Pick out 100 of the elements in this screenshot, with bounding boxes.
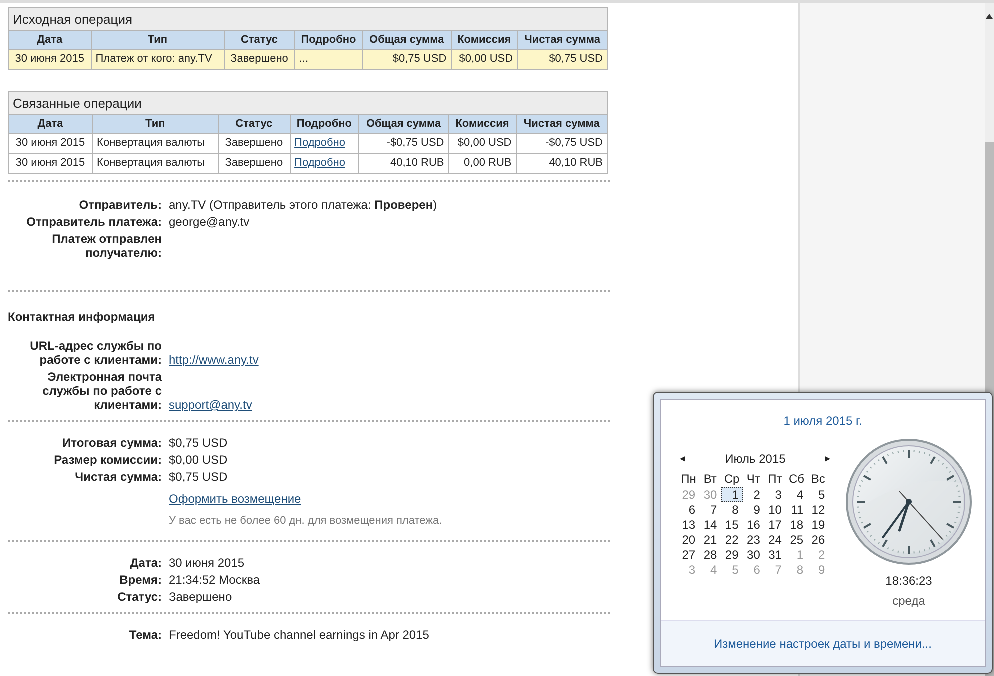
calendar-day[interactable]: 22 bbox=[721, 532, 743, 547]
calendar-day[interactable]: 26 bbox=[808, 532, 830, 547]
column-header: Дата bbox=[8, 30, 92, 50]
table-cell: Конвертация валюты bbox=[92, 154, 218, 174]
calendar-day[interactable]: 29 bbox=[721, 547, 743, 562]
field-label: Статус: bbox=[116, 590, 162, 604]
calendar-day[interactable]: 4 bbox=[786, 487, 808, 502]
calendar-day[interactable]: 2 bbox=[742, 487, 764, 502]
field-value: 21:34:52 Москва bbox=[169, 573, 260, 587]
calendar-day[interactable]: 17 bbox=[764, 517, 786, 532]
table-cell: -$0,75 USD bbox=[358, 134, 449, 154]
calendar-day[interactable]: 25 bbox=[786, 532, 808, 547]
calendar-day[interactable]: 6 bbox=[678, 502, 700, 517]
table-cell: $0,00 USD bbox=[448, 134, 516, 154]
calendar-day[interactable]: 8 bbox=[721, 502, 743, 517]
field-label: Итоговая сумма: bbox=[61, 436, 162, 450]
refund-link[interactable]: Оформить возмещение bbox=[169, 492, 302, 506]
column-header: Комиссия bbox=[451, 30, 518, 50]
table-cell: Завершено bbox=[218, 134, 290, 154]
column-header: Подробно bbox=[290, 114, 359, 134]
table-cell: Платеж от кого: any.TV bbox=[91, 50, 224, 70]
weekday-label: Ср bbox=[723, 472, 741, 487]
field-value: $0,75 USD bbox=[169, 436, 228, 450]
field-label: Чистая сумма: bbox=[74, 470, 162, 484]
calendar-day[interactable]: 13 bbox=[678, 517, 700, 532]
weekday-label: Сб bbox=[788, 472, 806, 487]
field-value: george@any.tv bbox=[169, 215, 250, 229]
calendar-day[interactable]: 3 bbox=[764, 487, 786, 502]
table-cell: 0,00 RUB bbox=[448, 154, 516, 174]
calendar-day[interactable]: 20 bbox=[678, 532, 700, 547]
field-value: 30 июня 2015 bbox=[169, 556, 245, 570]
field-label: Дата: bbox=[129, 556, 162, 570]
weekday-label: Чт bbox=[746, 472, 762, 487]
column-header: Чистая сумма bbox=[516, 114, 608, 134]
table-title: Связанные операции bbox=[8, 92, 608, 114]
section-heading: Контактная информация bbox=[8, 310, 156, 324]
field-label: Размер комиссии: bbox=[53, 453, 162, 467]
field-label: Отправитель: bbox=[78, 198, 162, 212]
calendar-day[interactable]: 12 bbox=[808, 502, 830, 517]
previous-month-button[interactable]: ◂ bbox=[678, 454, 688, 464]
table-cell: Конвертация валюты bbox=[92, 134, 218, 154]
field-label: Платеж отправлен получателю: bbox=[51, 232, 162, 260]
next-month-button[interactable]: ▸ bbox=[823, 454, 833, 464]
field-value: $0,00 USD bbox=[169, 453, 228, 467]
table-cell: 40,10 RUB bbox=[516, 154, 608, 174]
table-cell: 30 июня 2015 bbox=[8, 50, 92, 70]
calendar-day[interactable]: 16 bbox=[742, 517, 764, 532]
calendar-day[interactable]: 14 bbox=[700, 517, 722, 532]
calendar-day[interactable]: 19 bbox=[808, 517, 830, 532]
field-value: $0,75 USD bbox=[169, 470, 228, 484]
field-label: Тема: bbox=[128, 628, 162, 642]
calendar-day[interactable]: 23 bbox=[742, 532, 764, 547]
field-value: Завершено bbox=[169, 590, 232, 604]
field-label: Время: bbox=[118, 573, 162, 587]
date-heading[interactable]: 1 июля 2015 г. bbox=[784, 414, 862, 428]
calendar-day[interactable]: 18 bbox=[786, 517, 808, 532]
calendar-day[interactable]: 7 bbox=[700, 502, 722, 517]
month-title: Июль 2015 bbox=[725, 452, 786, 466]
column-header: Статус bbox=[224, 30, 295, 50]
calendar-day[interactable]: 9 bbox=[742, 502, 764, 517]
table-cell: $0,75 USD bbox=[518, 50, 608, 70]
link[interactable]: support@any.tv bbox=[169, 398, 252, 412]
calendar-day[interactable]: 31 bbox=[764, 547, 786, 562]
table-title: Исходная операция bbox=[8, 8, 608, 30]
field-value: Freedom! YouTube channel earnings in Apr 2015 bbox=[169, 628, 430, 642]
calendar-day[interactable]: 10 bbox=[764, 502, 786, 517]
calendar-day[interactable]: 28 bbox=[700, 547, 722, 562]
field-label: URL-адрес службы по работе с клиентами: bbox=[29, 339, 162, 367]
table-cell: -$0,75 USD bbox=[516, 134, 608, 154]
calendar-day[interactable]: 11 bbox=[786, 502, 808, 517]
weekday-label: Пт bbox=[767, 472, 784, 487]
link[interactable]: http://www.any.tv bbox=[169, 353, 259, 367]
clock-time: 18:36:23 bbox=[886, 574, 932, 588]
column-header: Тип bbox=[92, 114, 218, 134]
table-cell: $0,00 USD bbox=[451, 50, 518, 70]
calendar-day[interactable]: 30 bbox=[742, 547, 764, 562]
weekday-label: Пн bbox=[680, 472, 698, 487]
scroll-up-icon[interactable] bbox=[986, 14, 993, 19]
column-header: Тип bbox=[91, 30, 224, 50]
weekday-label: Вс bbox=[810, 472, 826, 487]
note-text: У вас есть не более 60 дн. для возмещения платежа. bbox=[169, 514, 442, 528]
calendar-day[interactable]: 27 bbox=[678, 547, 700, 562]
calendar-day[interactable]: 15 bbox=[721, 517, 743, 532]
weekday-text: среда bbox=[892, 594, 926, 608]
table-cell: Завершено bbox=[218, 154, 290, 174]
column-header: Подробно bbox=[294, 30, 363, 50]
field-label: Электронная почта службы по работе с клиентами: bbox=[42, 370, 162, 412]
table-cell: 30 июня 2015 bbox=[8, 154, 93, 174]
calendar-day[interactable]: 24 bbox=[764, 532, 786, 547]
column-header: Комиссия bbox=[448, 114, 516, 134]
column-header: Статус bbox=[218, 114, 290, 134]
column-header: Общая сумма bbox=[362, 30, 452, 50]
calendar-day[interactable]: 21 bbox=[700, 532, 722, 547]
calendar-day[interactable]: 5 bbox=[808, 487, 830, 502]
column-header: Общая сумма bbox=[358, 114, 449, 134]
column-header: Чистая сумма bbox=[518, 30, 608, 50]
table-cell: 30 июня 2015 bbox=[8, 134, 93, 154]
column-header: Дата bbox=[8, 114, 93, 134]
field-value: any.TV (Отправитель этого платежа: Проверен) bbox=[169, 198, 438, 212]
calendar-day[interactable]: 1 bbox=[721, 487, 743, 502]
